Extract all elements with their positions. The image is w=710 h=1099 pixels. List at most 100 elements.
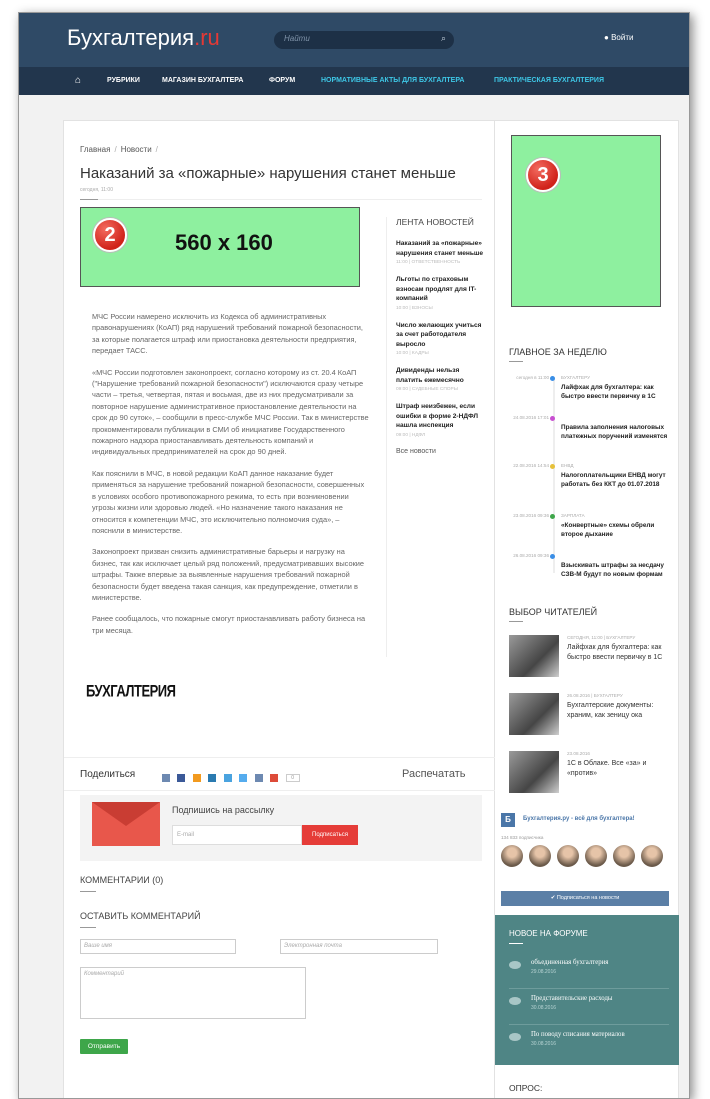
divider <box>80 199 482 200</box>
email-input[interactable]: Электронная почта <box>280 939 438 954</box>
heading-underline <box>509 361 523 362</box>
print-link[interactable]: Распечатать <box>402 768 465 780</box>
article-date: сегодня, 11:00 <box>80 187 113 193</box>
chat-bubble-icon <box>509 1033 521 1041</box>
share-label: Поделиться <box>80 769 136 780</box>
article-body: МЧС России намерено исключить из Кодекса… <box>92 311 370 646</box>
breadcrumb-home[interactable]: Главная <box>80 145 110 154</box>
news-feed: ЛЕНТА НОВОСТЕЙ Наказаний за «пожарные» н… <box>396 217 484 455</box>
avatar[interactable] <box>641 845 663 867</box>
share-livejournal-icon[interactable] <box>223 773 232 782</box>
chat-bubble-icon <box>509 997 521 1005</box>
forum-item[interactable]: Представительские расходы 30.08.2016 <box>509 995 669 1025</box>
heading-underline <box>80 891 96 892</box>
main-column: Главная / Новости / Наказаний за «пожарные»… <box>63 120 496 1098</box>
newsletter-title: Подпишись на рассылку <box>172 805 275 815</box>
timeline-dot <box>550 416 555 421</box>
all-news-link[interactable]: Все новости <box>396 448 484 455</box>
ad-banner-main[interactable]: 2 560 x 160 <box>80 207 360 287</box>
feed-item[interactable]: Штраф неизбежен, если ошибки в форме 2-Н… <box>396 402 484 438</box>
subscribe-button[interactable]: Подписаться <box>302 825 358 845</box>
chat-bubble-icon <box>509 961 521 969</box>
ad-banner-side[interactable]: 3 <box>511 135 661 307</box>
vk-subscribers: 134 833 подписчика <box>501 835 544 840</box>
readers-heading: ВЫБОР ЧИТАТЕЛЕЙ <box>509 607 598 617</box>
share-count: 0 <box>285 773 300 782</box>
comments-heading: КОММЕНТАРИИ (0) <box>80 875 164 885</box>
envelope-icon <box>92 802 160 846</box>
heading-underline <box>509 943 523 944</box>
sidebar: 3 ГЛАВНОЕ ЗА НЕДЕЛЮ сегодня в 11:00 БУХГ… <box>495 120 679 1098</box>
paragraph: «МЧС России подготовлен законопроект, со… <box>92 367 369 457</box>
share-twitter-icon[interactable] <box>239 773 248 782</box>
user-icon: ● <box>604 33 609 42</box>
share-bar: Поделиться 0 Распечатать <box>64 757 496 791</box>
vk-icon: ✔ <box>550 895 556 901</box>
ad-number-badge: 2 <box>93 218 127 252</box>
nav-forum[interactable]: ФОРУМ <box>269 77 295 84</box>
vk-subscribe-button[interactable]: ✔ Подписаться на новости <box>501 891 669 906</box>
article-thumbnail[interactable] <box>509 693 559 735</box>
search-input[interactable]: Найти ⌕ <box>274 31 454 49</box>
search-icon[interactable]: ⌕ <box>441 33 446 44</box>
paragraph: Ранее сообщалось, что пожарные смогут пр… <box>92 614 366 635</box>
article-thumbnail[interactable] <box>509 635 559 677</box>
feed-item[interactable]: Льготы по страховым взносам продлят для … <box>396 275 484 311</box>
feed-item[interactable]: Дивиденды нельзя платить ежемесячно 09:00… <box>396 366 484 392</box>
home-icon[interactable]: ⌂ <box>75 75 81 86</box>
paragraph: Как пояснили в МЧС, в новой редакции КоА… <box>92 468 365 535</box>
avatar[interactable] <box>501 845 523 867</box>
ad-size-label: 560 x 160 <box>175 230 273 255</box>
forum-item[interactable]: По поводу списания материалов 30.08.2016 <box>509 1031 669 1061</box>
nav-practical[interactable]: ПРАКТИЧЕСКАЯ БУХГАЛТЕРИЯ <box>494 77 604 84</box>
comment-textarea[interactable]: Комментарий <box>80 967 306 1019</box>
page-title: Наказаний за «пожарные» нарушения станет… <box>80 165 456 182</box>
newsletter-box: Подпишись на рассылку E-mail Подписаться <box>80 795 482 861</box>
article-thumbnail[interactable] <box>509 751 559 793</box>
timeline-line <box>553 377 555 573</box>
feed-item[interactable]: Наказаний за «пожарные» нарушения станет… <box>396 239 484 265</box>
submit-comment-button[interactable]: Отправить <box>80 1039 128 1054</box>
timeline-dot <box>550 554 555 559</box>
newsletter-email-input[interactable]: E-mail <box>172 825 302 845</box>
forum-heading: НОВОЕ НА ФОРУМЕ <box>509 929 588 938</box>
share-mailru-icon[interactable] <box>208 773 217 782</box>
breadcrumb: Главная / Новости / <box>80 145 158 154</box>
source-logo: БУХГАЛТЕРИЯ <box>86 681 176 701</box>
vk-group-name[interactable]: Бухгалтерия.ру - всё для бухгалтера! <box>523 816 635 822</box>
timeline-dot <box>550 514 555 519</box>
avatar[interactable] <box>557 845 579 867</box>
ad-number-badge: 3 <box>526 158 560 192</box>
vk-group-logo[interactable]: Б <box>501 813 515 827</box>
paragraph: Законопроект призван снизить администрат… <box>92 547 365 602</box>
main-nav: ⌂ РУБРИКИ МАГАЗИН БУХГАЛТЕРА ФОРУМ НОРМА… <box>19 67 689 95</box>
avatar[interactable] <box>585 845 607 867</box>
share-google-icon[interactable] <box>270 773 279 782</box>
nav-rubrics[interactable]: РУБРИКИ <box>107 77 140 84</box>
timeline-dot <box>550 376 555 381</box>
nav-shop[interactable]: МАГАЗИН БУХГАЛТЕРА <box>162 77 243 84</box>
feed-item[interactable]: Число желающих учиться за счет работодат… <box>396 321 484 357</box>
share-odnoklassniki-icon[interactable] <box>192 773 201 782</box>
timeline-dot <box>550 464 555 469</box>
site-logo[interactable]: Бухгалтерия.ru <box>67 25 220 51</box>
feed-heading: ЛЕНТА НОВОСТЕЙ <box>396 217 474 227</box>
name-input[interactable]: Ваше имя <box>80 939 236 954</box>
breadcrumb-news[interactable]: Новости <box>121 145 152 154</box>
avatar[interactable] <box>613 845 635 867</box>
paragraph: МЧС России намерено исключить из Кодекса… <box>92 312 363 356</box>
forum-item[interactable]: объединенная бухгалтерия 29.08.2016 <box>509 959 669 989</box>
leave-comment-heading: ОСТАВИТЬ КОММЕНТАРИЙ <box>80 911 201 921</box>
heading-underline <box>509 621 523 622</box>
top-header: Бухгалтерия.ru Найти ⌕ ● Войти <box>19 13 689 67</box>
weekly-heading: ГЛАВНОЕ ЗА НЕДЕЛЮ <box>509 347 607 357</box>
forum-panel: НОВОЕ НА ФОРУМЕ объединенная бухгалтерия… <box>495 915 679 1065</box>
page-frame: Бухгалтерия.ru Найти ⌕ ● Войти ⌂ РУБРИКИ … <box>18 12 690 1099</box>
title-underline <box>80 199 98 200</box>
share-facebook-icon[interactable] <box>177 773 186 782</box>
avatar[interactable] <box>529 845 551 867</box>
share-vk-icon[interactable] <box>162 773 170 782</box>
login-link[interactable]: ● Войти <box>604 33 633 42</box>
share-email-icon[interactable] <box>254 773 263 782</box>
nav-normative-acts[interactable]: НОРМАТИВНЫЕ АКТЫ ДЛЯ БУХГАЛТЕРА <box>321 77 464 84</box>
